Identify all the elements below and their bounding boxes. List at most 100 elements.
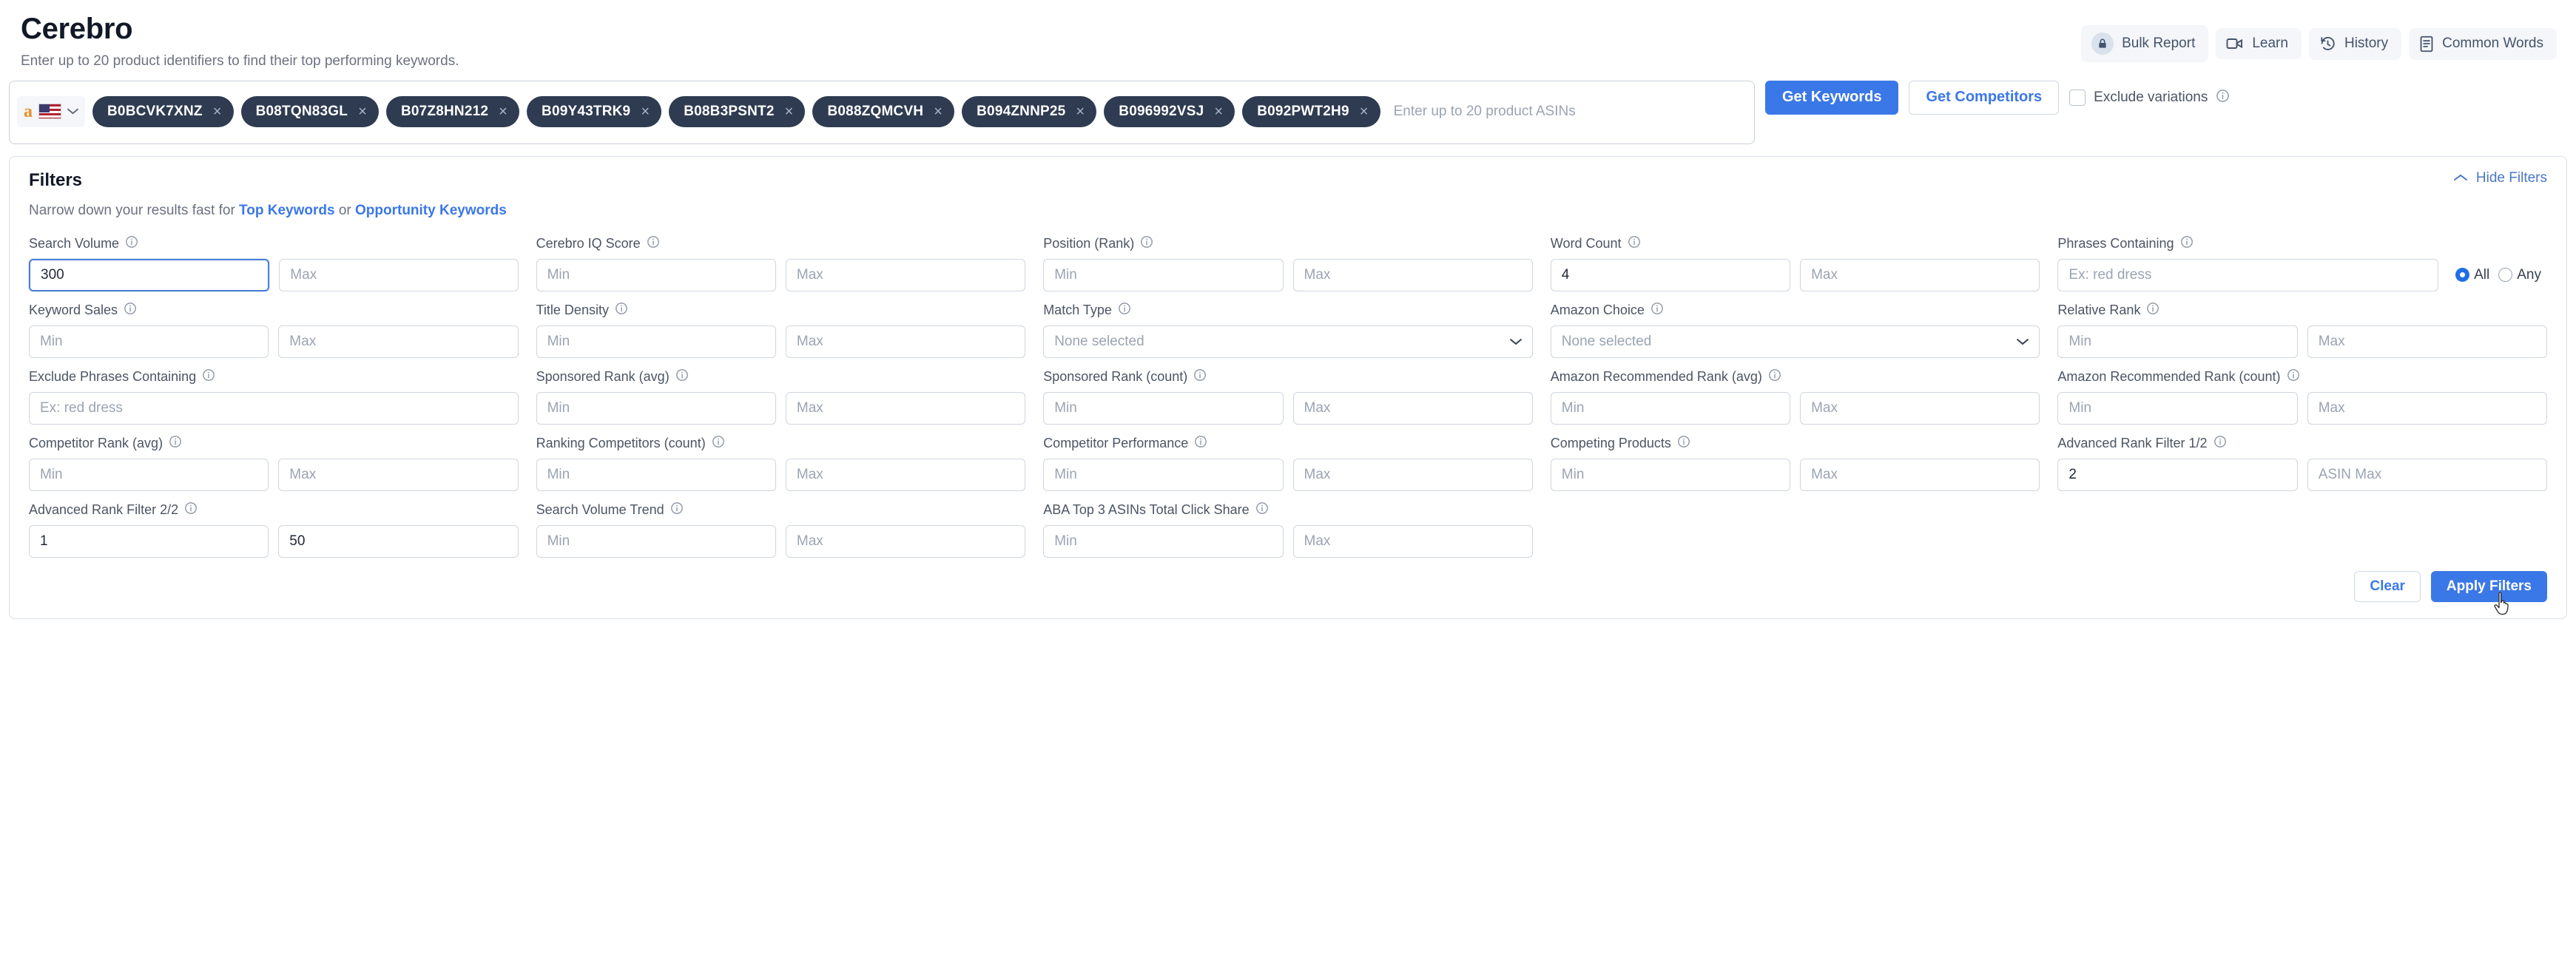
info-icon[interactable] xyxy=(1651,302,1664,319)
get-competitors-button[interactable]: Get Competitors xyxy=(1909,80,2060,115)
info-icon[interactable] xyxy=(2213,435,2227,452)
filter-text-input[interactable] xyxy=(29,391,519,425)
filter-max-input[interactable] xyxy=(1292,524,1533,558)
info-icon[interactable] xyxy=(647,235,660,252)
exclude-variations-checkbox[interactable] xyxy=(2069,89,2086,106)
filter-max-input[interactable] xyxy=(785,458,1026,491)
filter-min-input[interactable] xyxy=(1043,524,1284,558)
asin-input-placeholder[interactable]: Enter up to 20 product ASINs xyxy=(1388,104,1747,120)
asin-tag[interactable]: B0BCVK7XNZ × xyxy=(92,95,234,127)
info-icon[interactable] xyxy=(169,435,182,452)
filter-max-input[interactable] xyxy=(2307,458,2547,491)
filter-max-input[interactable] xyxy=(278,325,519,358)
info-icon[interactable] xyxy=(670,502,684,519)
info-icon[interactable] xyxy=(1677,435,1690,452)
hide-filters-button[interactable]: Hide Filters xyxy=(2453,170,2547,186)
info-icon[interactable] xyxy=(1768,368,1781,385)
filter-max-input[interactable] xyxy=(1800,391,2040,425)
info-icon[interactable] xyxy=(202,368,215,385)
filter-max-input[interactable] xyxy=(278,524,519,558)
asin-tag[interactable]: B096992VSJ × xyxy=(1104,95,1235,127)
asin-tag[interactable]: B092PWT2H9 × xyxy=(1242,95,1380,127)
info-icon[interactable] xyxy=(675,368,689,385)
filter-min-input[interactable] xyxy=(1550,258,1791,291)
info-icon[interactable] xyxy=(1194,435,1207,452)
remove-asin-icon[interactable]: × xyxy=(358,104,367,119)
info-icon[interactable] xyxy=(125,235,138,252)
common-words-button[interactable]: Common Words xyxy=(2409,27,2557,60)
filter-min-input[interactable] xyxy=(1550,458,1791,491)
info-icon[interactable] xyxy=(2146,302,2159,319)
remove-asin-icon[interactable]: × xyxy=(1360,104,1369,119)
remove-asin-icon[interactable]: × xyxy=(1076,104,1085,119)
filter-max-input[interactable] xyxy=(2307,391,2547,425)
filter-max-input[interactable] xyxy=(785,325,1026,358)
filter-max-input[interactable] xyxy=(785,391,1026,425)
info-icon[interactable] xyxy=(1140,235,1153,252)
filter-min-input[interactable] xyxy=(536,391,776,425)
filter-max-input[interactable] xyxy=(278,458,519,491)
filter-min-input[interactable] xyxy=(2057,458,2298,491)
radio-any[interactable] xyxy=(2498,268,2513,283)
filter-max-input[interactable] xyxy=(1292,258,1533,291)
filter-max-input[interactable] xyxy=(785,258,1026,291)
asin-tag[interactable]: B08B3PSNT2 × xyxy=(669,95,806,127)
info-icon[interactable] xyxy=(184,502,198,519)
remove-asin-icon[interactable]: × xyxy=(641,104,650,119)
filter-min-input[interactable] xyxy=(29,258,270,291)
filter-max-input[interactable] xyxy=(2307,325,2547,358)
filter-min-input[interactable] xyxy=(1043,458,1284,491)
asin-tag[interactable]: B07Z8HN212 × xyxy=(385,95,520,127)
filter-max-input[interactable] xyxy=(785,524,1026,558)
info-icon[interactable] xyxy=(1118,302,1131,319)
filter-max-input[interactable] xyxy=(1292,391,1533,425)
filter-text-input[interactable] xyxy=(2057,258,2439,291)
learn-button[interactable]: Learn xyxy=(2216,28,2302,59)
filter-min-input[interactable] xyxy=(1043,391,1284,425)
filter-max-input[interactable] xyxy=(1800,258,2040,291)
marketplace-selector[interactable]: a xyxy=(17,95,85,127)
filter-min-input[interactable] xyxy=(29,325,269,358)
filter-select[interactable]: None selected xyxy=(1550,325,2040,358)
filter-min-input[interactable] xyxy=(536,524,776,558)
filter-max-input[interactable] xyxy=(1292,458,1533,491)
filter-min-input[interactable] xyxy=(29,458,269,491)
filter-min-input[interactable] xyxy=(2057,325,2298,358)
filter-max-input[interactable] xyxy=(1800,458,2040,491)
remove-asin-icon[interactable]: × xyxy=(1214,104,1223,119)
clear-filters-button[interactable]: Clear xyxy=(2354,570,2421,602)
bulk-report-button[interactable]: Bulk Report xyxy=(2081,25,2209,62)
top-keywords-link[interactable]: Top Keywords xyxy=(239,203,335,218)
asin-tag[interactable]: B088ZQMCVH × xyxy=(812,95,955,127)
asin-tag[interactable]: B08TQN83GL × xyxy=(240,95,379,127)
asin-tag[interactable]: B094ZNNP25 × xyxy=(962,95,1097,127)
filter-min-input[interactable] xyxy=(1550,391,1791,425)
info-icon[interactable] xyxy=(1628,235,1641,252)
asin-tag[interactable]: B09Y43TRK9 × xyxy=(527,95,662,127)
filter-min-input[interactable] xyxy=(1043,258,1284,291)
filter-min-input[interactable] xyxy=(2057,391,2298,425)
filter-select[interactable]: None selected xyxy=(1043,325,1533,358)
remove-asin-icon[interactable]: × xyxy=(934,104,943,119)
asin-input-box[interactable]: a B0BCVK7XNZ × B08TQN83GL × B07Z8HN212 ×… xyxy=(9,80,1755,144)
info-icon[interactable] xyxy=(615,302,628,319)
info-icon[interactable] xyxy=(712,435,725,452)
remove-asin-icon[interactable]: × xyxy=(213,104,222,119)
filter-min-input[interactable] xyxy=(536,458,776,491)
get-keywords-button[interactable]: Get Keywords xyxy=(1765,80,1899,115)
info-icon[interactable] xyxy=(2287,368,2300,385)
history-button[interactable]: History xyxy=(2308,27,2402,60)
apply-filters-button[interactable]: Apply Filters xyxy=(2430,570,2547,615)
info-icon[interactable] xyxy=(1255,502,1269,519)
radio-all[interactable] xyxy=(2455,268,2470,283)
info-icon[interactable] xyxy=(124,302,137,319)
info-icon[interactable] xyxy=(2180,235,2194,252)
filter-min-input[interactable] xyxy=(29,524,269,558)
remove-asin-icon[interactable]: × xyxy=(499,104,508,119)
filter-max-input[interactable] xyxy=(279,258,519,291)
filter-min-input[interactable] xyxy=(536,258,776,291)
info-icon[interactable] xyxy=(2216,89,2230,107)
opportunity-keywords-link[interactable]: Opportunity Keywords xyxy=(355,203,507,218)
info-icon[interactable] xyxy=(1193,368,1207,385)
remove-asin-icon[interactable]: × xyxy=(785,104,794,119)
